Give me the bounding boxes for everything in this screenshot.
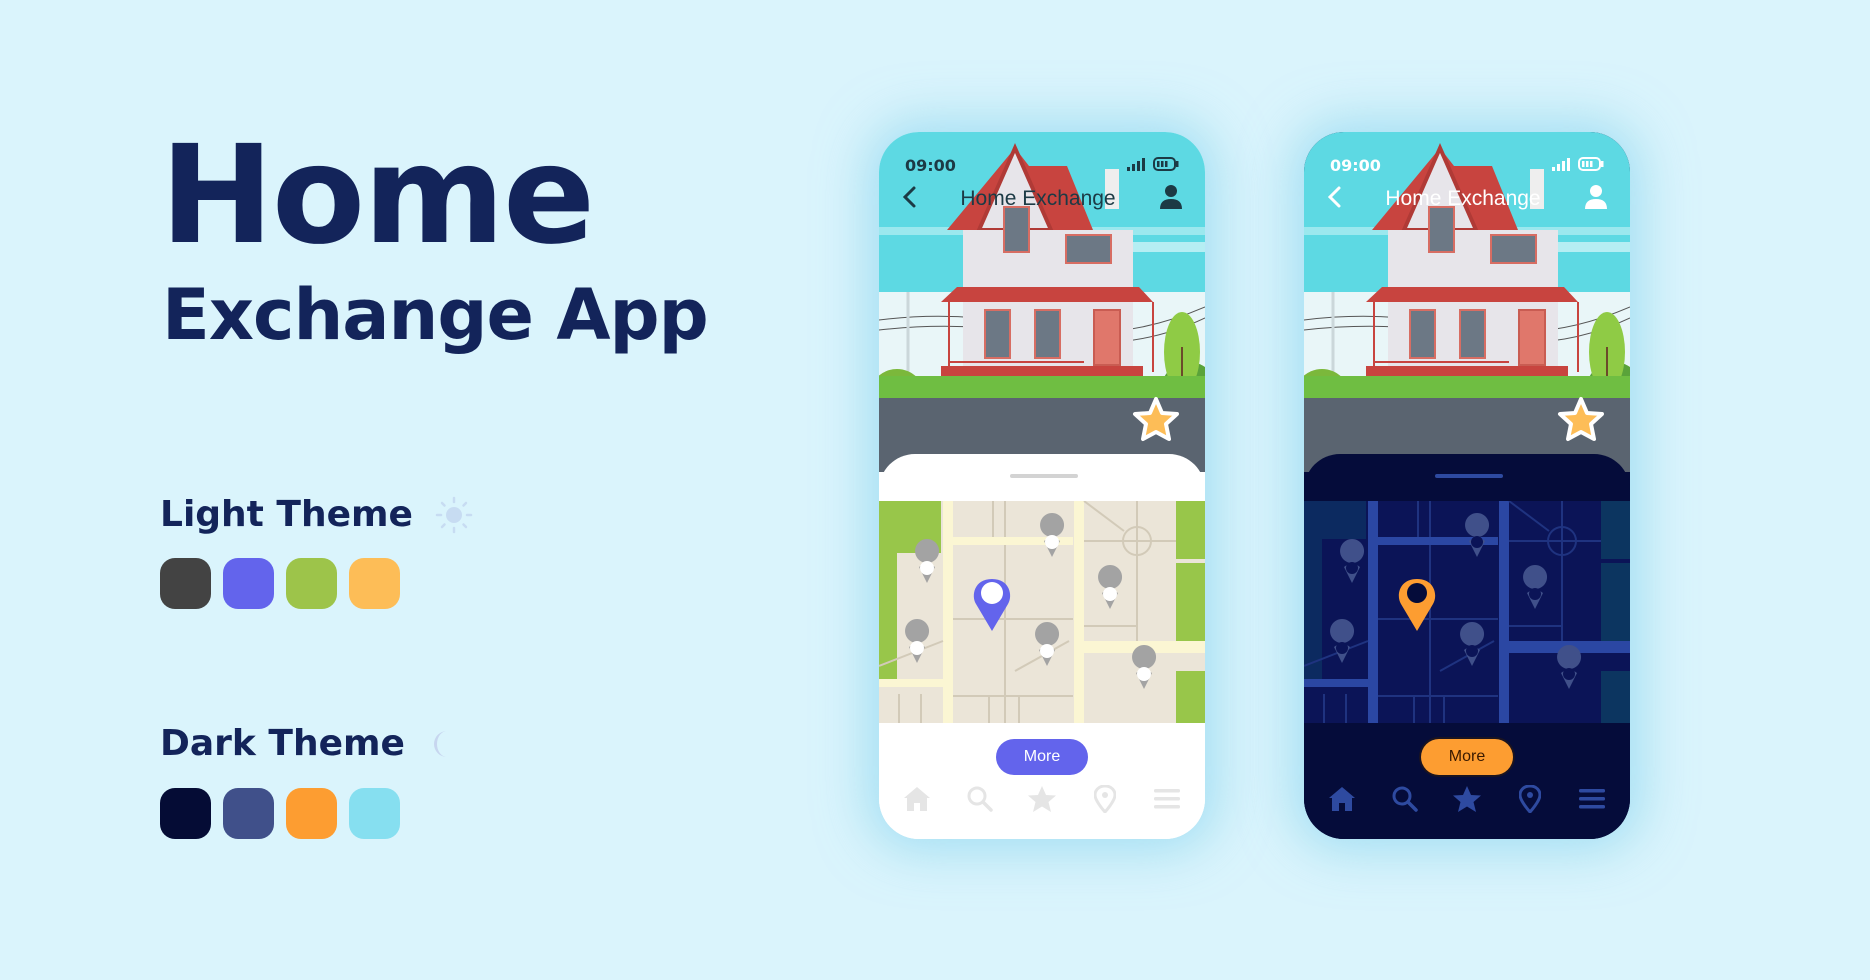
star-icon [1453,786,1481,812]
map-view[interactable] [879,501,1205,723]
tab-favorites[interactable] [1022,779,1062,819]
bottom-sheet: More [879,454,1205,839]
signal-icon [1552,156,1570,175]
more-button[interactable]: More [996,739,1088,775]
menu-icon [1579,789,1605,809]
dark-theme-label: Dark Theme [160,726,453,762]
battery-icon [1578,156,1604,175]
status-time: 09:00 [1330,155,1381,175]
swatch-light-1[interactable] [160,558,211,609]
status-bar: 09:00 [1330,155,1604,175]
tab-search[interactable] [1385,779,1425,819]
swatch-light-4[interactable] [349,558,400,609]
signal-icon [1127,156,1145,175]
home-icon [1329,787,1355,811]
back-button[interactable] [1326,185,1342,214]
light-theme-label: Light Theme [160,496,473,534]
swatch-dark-3[interactable] [286,788,337,839]
swatch-dark-4[interactable] [349,788,400,839]
page-subtitle: Exchange App [162,274,709,356]
swatch-light-3[interactable] [286,558,337,609]
bottom-tab-bar [1322,779,1612,819]
map-view[interactable] [1304,501,1630,723]
dark-theme-swatches [160,788,400,839]
search-icon [1392,786,1418,812]
tab-favorites[interactable] [1447,779,1487,819]
home-icon [904,787,930,811]
sheet-drag-handle[interactable] [1435,474,1503,478]
status-bar: 09:00 [905,155,1179,175]
search-icon [967,786,993,812]
star-icon [1028,786,1056,812]
swatch-dark-1[interactable] [160,788,211,839]
app-title: Home Exchange [960,187,1116,210]
more-button[interactable]: More [1421,739,1513,775]
battery-icon [1153,156,1179,175]
phone-dark-theme: 09:00 Home Exchange More [1304,132,1630,839]
moon-icon [431,729,453,759]
dark-theme-label-text: Dark Theme [160,723,405,764]
bottom-sheet: More [1304,454,1630,839]
light-theme-label-text: Light Theme [160,494,413,535]
tab-menu[interactable] [1147,779,1187,819]
location-pin-icon [1093,785,1116,813]
tab-home[interactable] [1322,779,1362,819]
tab-search[interactable] [960,779,1000,819]
favorite-star-button[interactable] [1557,396,1605,449]
favorite-star-button[interactable] [1132,396,1180,449]
phone-light-theme: 09:00 Home Exchange More [879,132,1205,839]
swatch-dark-2[interactable] [223,788,274,839]
tab-map[interactable] [1510,779,1550,819]
profile-button[interactable] [1159,184,1183,215]
status-time: 09:00 [905,155,956,175]
sheet-drag-handle[interactable] [1010,474,1078,478]
tab-home[interactable] [897,779,937,819]
tab-menu[interactable] [1572,779,1612,819]
light-theme-swatches [160,558,400,609]
swatch-light-2[interactable] [223,558,274,609]
app-title: Home Exchange [1385,187,1541,210]
profile-button[interactable] [1584,184,1608,215]
app-header: Home Exchange [901,184,1183,214]
menu-icon [1154,789,1180,809]
app-header: Home Exchange [1326,184,1608,214]
bottom-tab-bar [897,779,1187,819]
page-title: Home [160,117,595,275]
tab-map[interactable] [1085,779,1125,819]
back-button[interactable] [901,185,917,214]
sun-icon [435,496,473,534]
location-pin-icon [1518,785,1541,813]
